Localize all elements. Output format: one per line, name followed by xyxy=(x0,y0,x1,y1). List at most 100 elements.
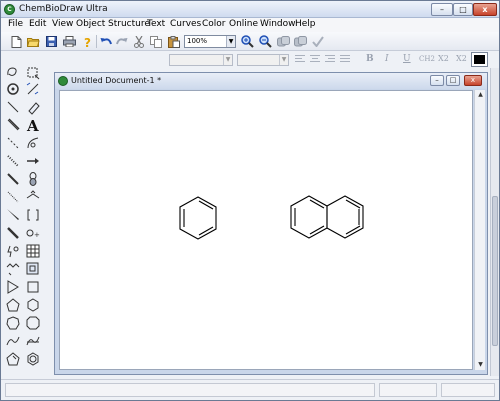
paste-icon[interactable] xyxy=(167,35,181,48)
main-vertical-scrollbar[interactable] xyxy=(490,68,499,376)
marquee-icon[interactable] xyxy=(25,65,41,81)
naphthalene-structure[interactable] xyxy=(290,195,364,239)
doc-maximize-button[interactable]: □ xyxy=(446,75,460,86)
triangle-icon[interactable] xyxy=(5,279,21,295)
italic-button[interactable]: I xyxy=(385,54,389,64)
chemical-symbol-icon[interactable]: + xyxy=(25,225,41,241)
template-icon[interactable] xyxy=(25,261,41,277)
document-window: Untitled Document-1 * – □ x ▲ ▼ xyxy=(54,72,488,375)
square-icon[interactable] xyxy=(25,279,41,295)
document-icon xyxy=(58,76,68,86)
align-right-icon[interactable] xyxy=(323,53,337,66)
document-title: Untitled Document-1 * xyxy=(71,76,162,85)
hexagon-icon[interactable] xyxy=(25,297,41,313)
underline-button[interactable]: U xyxy=(403,54,411,64)
menu-view[interactable]: View xyxy=(52,19,73,29)
structure-icon-2[interactable] xyxy=(293,35,307,48)
redo-icon[interactable] xyxy=(115,35,129,48)
benzene-ring-icon[interactable] xyxy=(5,351,21,367)
scroll-up-icon[interactable]: ▲ xyxy=(475,90,486,100)
svg-text:+: + xyxy=(34,231,40,239)
tool-palette: A + xyxy=(5,65,45,377)
font-select[interactable]: ▼ xyxy=(169,54,233,66)
help-icon[interactable]: ? xyxy=(81,35,95,48)
wavy-bond-icon[interactable] xyxy=(5,189,21,205)
text-icon[interactable]: A xyxy=(25,117,41,133)
print-icon[interactable] xyxy=(62,35,76,48)
maximize-button[interactable]: □ xyxy=(453,3,473,16)
align-center-icon[interactable] xyxy=(308,53,322,66)
svg-text:?: ? xyxy=(84,36,91,48)
bold-bond-icon[interactable] xyxy=(5,117,21,133)
bracket-icon[interactable] xyxy=(25,207,41,223)
subscript-button[interactable]: X2 xyxy=(438,54,449,63)
cyclopentane-icon[interactable] xyxy=(5,333,21,349)
cyclohexane-icon[interactable] xyxy=(25,333,41,349)
mass-fragment-icon[interactable] xyxy=(25,81,41,97)
cyclohexane-chair-icon[interactable] xyxy=(25,351,41,367)
font-size-select[interactable]: ▼ xyxy=(237,54,289,66)
benzene-structure[interactable] xyxy=(179,196,217,240)
scroll-thumb[interactable] xyxy=(492,196,498,346)
arrow-icon[interactable] xyxy=(25,153,41,169)
menu-text[interactable]: Text xyxy=(147,19,165,29)
chevron-down-icon: ▼ xyxy=(279,55,288,65)
hashed-bond-icon[interactable] xyxy=(5,153,21,169)
query-icon[interactable] xyxy=(5,243,21,259)
lasso-icon[interactable] xyxy=(5,65,21,81)
menu-window[interactable]: Window xyxy=(260,19,296,29)
zoom-in-icon[interactable] xyxy=(240,35,254,48)
superscript-button[interactable]: X2 xyxy=(456,54,467,63)
menu-color[interactable]: Color xyxy=(202,19,226,29)
bold-button[interactable]: B xyxy=(366,54,374,64)
hashed-wedge-icon[interactable] xyxy=(5,207,21,223)
circle-icon[interactable] xyxy=(25,315,41,331)
doc-close-button[interactable]: x xyxy=(464,75,482,86)
menu-curves[interactable]: Curves xyxy=(170,19,201,29)
menu-structure[interactable]: Structure xyxy=(108,19,150,29)
scroll-down-icon[interactable]: ▼ xyxy=(475,360,486,370)
menu-edit[interactable]: Edit xyxy=(29,19,46,29)
save-icon[interactable] xyxy=(44,35,58,48)
app-logo-icon: C xyxy=(4,4,15,15)
pen-icon[interactable] xyxy=(25,135,41,151)
undo-icon[interactable] xyxy=(99,35,113,48)
heptagon-icon[interactable] xyxy=(5,315,21,331)
structure-icon[interactable] xyxy=(276,35,290,48)
copy-icon[interactable] xyxy=(149,35,163,48)
document-vertical-scrollbar[interactable]: ▲ ▼ xyxy=(474,90,485,370)
open-icon[interactable] xyxy=(26,35,40,48)
solid-bond-icon[interactable] xyxy=(5,99,21,115)
drawing-elements-icon[interactable] xyxy=(25,189,41,205)
zoom-value: 100% xyxy=(187,37,208,45)
rotate-icon[interactable] xyxy=(5,81,21,97)
eraser-icon[interactable] xyxy=(25,99,41,115)
chevron-down-icon: ▼ xyxy=(226,36,235,47)
chain-icon[interactable] xyxy=(5,261,21,277)
app-window: C ChemBioDraw Ultra – □ x File Edit View… xyxy=(0,0,500,401)
close-button[interactable]: x xyxy=(473,3,497,16)
minimize-button[interactable]: – xyxy=(431,3,453,16)
align-left-icon[interactable] xyxy=(293,53,307,66)
chevron-down-icon: ▼ xyxy=(223,55,232,65)
formula-button[interactable]: CH2 xyxy=(419,55,435,63)
wedge-bond-icon[interactable] xyxy=(5,171,21,187)
menu-object[interactable]: Object xyxy=(76,19,105,29)
check-icon[interactable] xyxy=(311,35,325,48)
zoom-out-icon[interactable] xyxy=(258,35,272,48)
color-swatch[interactable] xyxy=(471,52,488,67)
drawing-canvas[interactable] xyxy=(59,90,473,370)
orbital-icon[interactable] xyxy=(25,171,41,187)
table-icon[interactable] xyxy=(25,243,41,259)
new-icon[interactable] xyxy=(9,35,23,48)
justify-icon[interactable] xyxy=(338,53,352,66)
dashed-bond-icon[interactable] xyxy=(5,135,21,151)
menu-file[interactable]: File xyxy=(8,19,23,29)
menu-help[interactable]: Help xyxy=(295,19,316,29)
wedged-bond-icon[interactable] xyxy=(5,225,21,241)
cut-icon[interactable] xyxy=(132,35,146,48)
pentagon-icon[interactable] xyxy=(5,297,21,313)
zoom-select[interactable]: 100% ▼ xyxy=(184,35,236,48)
doc-minimize-button[interactable]: – xyxy=(430,75,444,86)
menu-online[interactable]: Online xyxy=(229,19,258,29)
